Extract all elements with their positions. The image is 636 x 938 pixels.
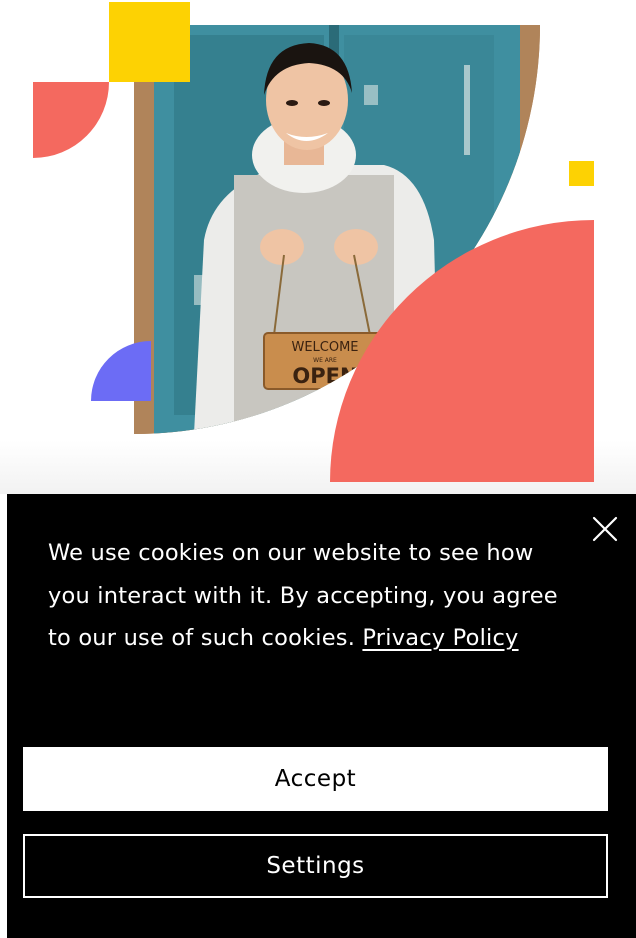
coral-quarter-circle-shape (33, 82, 109, 158)
cookie-message: We use cookies on our website to see how… (48, 532, 568, 660)
sign-line-small: WE ARE (313, 357, 337, 364)
privacy-policy-link[interactable]: Privacy Policy (362, 625, 518, 651)
sign-line-welcome: WELCOME (291, 340, 358, 355)
close-button[interactable] (588, 512, 622, 546)
accept-button[interactable]: Accept (23, 747, 608, 811)
purple-quarter-circle-shape (91, 341, 151, 401)
hero-section: WELCOME WE ARE OPEN (0, 0, 636, 494)
close-icon (592, 516, 618, 542)
settings-button[interactable]: Settings (23, 834, 608, 898)
yellow-square-shape (109, 2, 190, 82)
small-yellow-square-shape (569, 161, 594, 186)
